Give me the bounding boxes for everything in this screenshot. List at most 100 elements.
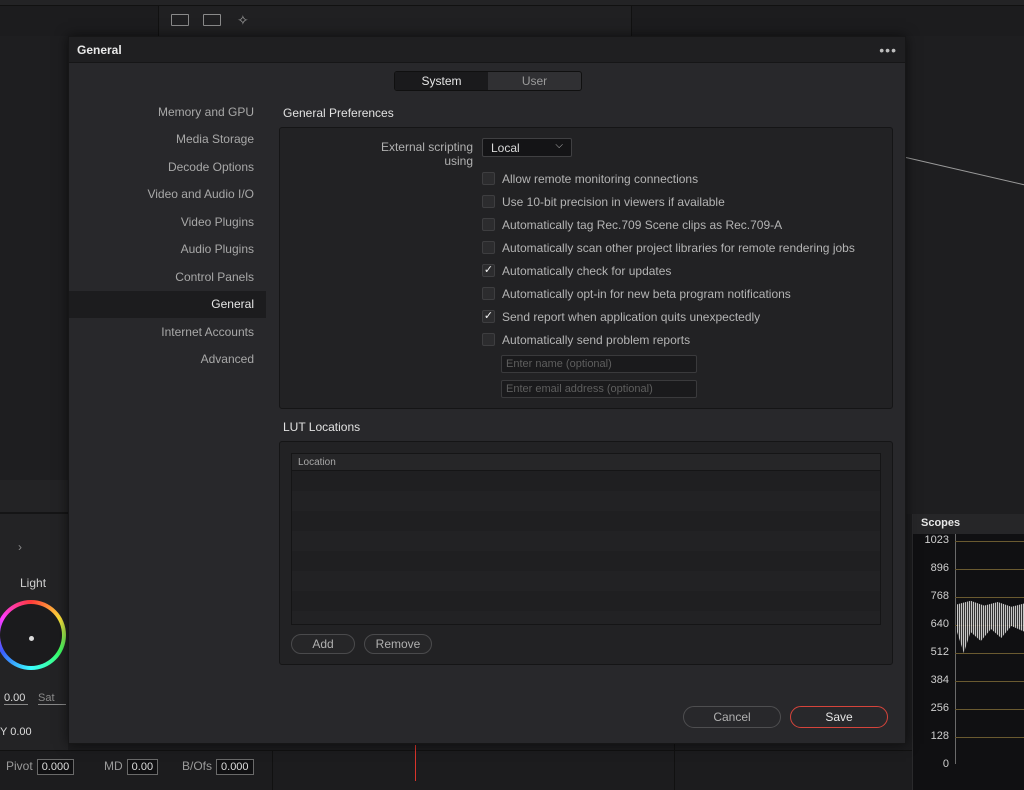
pivot-input[interactable]: 0.000 <box>36 759 75 775</box>
preferences-dialog: General ••• System User Memory and GPU M… <box>68 36 906 744</box>
md-label: MD <box>104 759 123 773</box>
sidebar-item-decode-options[interactable]: Decode Options <box>69 154 266 181</box>
checkbox-label: Use 10-bit precision in viewers if avail… <box>502 195 725 209</box>
curves-panel <box>906 36 1024 514</box>
chevron-right-icon[interactable]: › <box>18 540 22 554</box>
scopes-panel: Scopes 1023 896 768 640 512 384 256 128 … <box>912 514 1024 790</box>
scope-tick-label: 1023 <box>924 534 949 546</box>
external-scripting-select[interactable]: Local ⌵ <box>482 138 572 157</box>
table-row[interactable] <box>292 571 880 591</box>
sidebar-item-audio-plugins[interactable]: Audio Plugins <box>69 236 266 263</box>
color-wheels-panel: › Light 0.00 Sat Y 0.00 <box>0 480 68 750</box>
report-name-input[interactable] <box>501 355 697 373</box>
tab-user[interactable]: User <box>488 72 581 90</box>
external-scripting-value: Local <box>491 141 520 155</box>
checkbox-label: Automatically tag Rec.709 Scene clips as… <box>502 218 783 232</box>
checkmark-icon[interactable]: ✓ <box>482 310 495 323</box>
scope-tabs: System User <box>394 71 582 91</box>
scope-grid-line <box>955 541 1024 542</box>
y-value[interactable]: 0.00 <box>10 726 31 738</box>
y-label: Y <box>0 726 8 738</box>
checkmark-icon[interactable]: ✓ <box>482 264 495 277</box>
more-icon[interactable]: ••• <box>879 42 897 58</box>
sidebar-item-media-storage[interactable]: Media Storage <box>69 126 266 153</box>
bofs-input[interactable]: 0.000 <box>216 759 254 775</box>
add-button[interactable]: Add <box>291 634 355 654</box>
playhead[interactable] <box>415 745 416 781</box>
sidebar-item-internet-accounts[interactable]: Internet Accounts <box>69 319 266 346</box>
checkbox-label: Send report when application quits unexp… <box>502 310 761 324</box>
table-row[interactable] <box>292 511 880 531</box>
waveform-trace <box>957 600 1024 653</box>
checkbox[interactable] <box>482 172 495 185</box>
grid-viewer-icon[interactable] <box>203 14 221 26</box>
dialog-titlebar: General ••• <box>69 37 905 63</box>
lut-locations-panel: Location Add Remove <box>279 441 893 665</box>
remove-button[interactable]: Remove <box>364 634 432 654</box>
bottom-divider <box>272 751 273 790</box>
scope-grid-line <box>955 737 1024 738</box>
scope-tick-label: 128 <box>930 730 949 742</box>
color-wheel-handle[interactable] <box>29 636 34 641</box>
sat-label: Sat <box>38 692 66 705</box>
dialog-title: General <box>77 43 122 57</box>
table-row[interactable] <box>292 551 880 571</box>
checkbox[interactable] <box>482 333 495 346</box>
sidebar-item-video-plugins[interactable]: Video Plugins <box>69 209 266 236</box>
table-row[interactable] <box>292 611 880 624</box>
sidebar-item-video-and-audio-io[interactable]: Video and Audio I/O <box>69 181 266 208</box>
lut-locations-table: Location <box>291 453 881 625</box>
bofs-field: B/Ofs 0.000 <box>182 759 254 775</box>
checkbox-label: Automatically send problem reports <box>502 333 691 347</box>
table-row[interactable] <box>292 591 880 611</box>
checkbox[interactable] <box>482 195 495 208</box>
table-row[interactable] <box>292 471 880 491</box>
general-preferences-panel: External scripting using Local ⌵ Allow r… <box>279 127 893 409</box>
bottom-bar: Pivot 0.000 MD 0.00 B/Ofs 0.000 <box>0 735 1024 790</box>
checkbox[interactable] <box>482 287 495 300</box>
md-field: MD 0.00 <box>104 759 159 775</box>
tab-system[interactable]: System <box>395 72 488 90</box>
scope-grid-line <box>955 597 1024 598</box>
external-scripting-label: External scripting using <box>380 140 473 168</box>
checkbox-label: Automatically check for updates <box>502 264 672 278</box>
save-button[interactable]: Save <box>790 706 888 728</box>
scope-tick-label: 640 <box>930 618 949 630</box>
viewer-toolbar: ✧ <box>158 6 632 36</box>
scope-tick-label: 0 <box>942 758 949 770</box>
report-email-input[interactable] <box>501 380 697 398</box>
chevron-down-icon: ⌵ <box>555 140 563 151</box>
sidebar-item-control-panels[interactable]: Control Panels <box>69 264 266 291</box>
location-column-header[interactable]: Location <box>292 454 880 471</box>
bofs-label: B/Ofs <box>182 759 213 773</box>
table-row[interactable] <box>292 531 880 551</box>
table-row[interactable] <box>292 491 880 511</box>
y-value-row: Y 0.00 <box>0 726 32 738</box>
scope-tick-label: 384 <box>930 674 949 686</box>
scope-tick-label: 896 <box>930 562 949 574</box>
panel-divider <box>0 512 68 514</box>
scope-grid-line <box>955 653 1024 654</box>
checkbox[interactable] <box>482 218 495 231</box>
scope-grid-line <box>955 569 1024 570</box>
scopes-title: Scopes <box>913 514 1024 534</box>
scope-grid-line <box>955 681 1024 682</box>
magic-wand-icon[interactable]: ✧ <box>237 12 249 29</box>
pivot-label: Pivot <box>6 759 33 773</box>
checkbox[interactable] <box>482 241 495 254</box>
wheel-value[interactable]: 0.00 <box>4 692 28 705</box>
sidebar-item-advanced[interactable]: Advanced <box>69 346 266 373</box>
scope-tick-label: 768 <box>930 590 949 602</box>
light-label: Light <box>20 576 47 590</box>
single-viewer-icon[interactable] <box>171 14 189 26</box>
sidebar-item-general[interactable]: General <box>69 291 266 318</box>
scope-tick-label: 512 <box>930 646 949 658</box>
md-input[interactable]: 0.00 <box>126 759 159 775</box>
general-preferences-title: General Preferences <box>283 106 394 120</box>
checkbox-label: Allow remote monitoring connections <box>502 172 699 186</box>
sidebar-item-memory-and-gpu[interactable]: Memory and GPU <box>69 99 266 126</box>
color-wheel[interactable] <box>0 600 66 670</box>
left-panel <box>0 36 68 480</box>
pivot-field: Pivot 0.000 <box>6 759 75 775</box>
cancel-button[interactable]: Cancel <box>683 706 781 728</box>
